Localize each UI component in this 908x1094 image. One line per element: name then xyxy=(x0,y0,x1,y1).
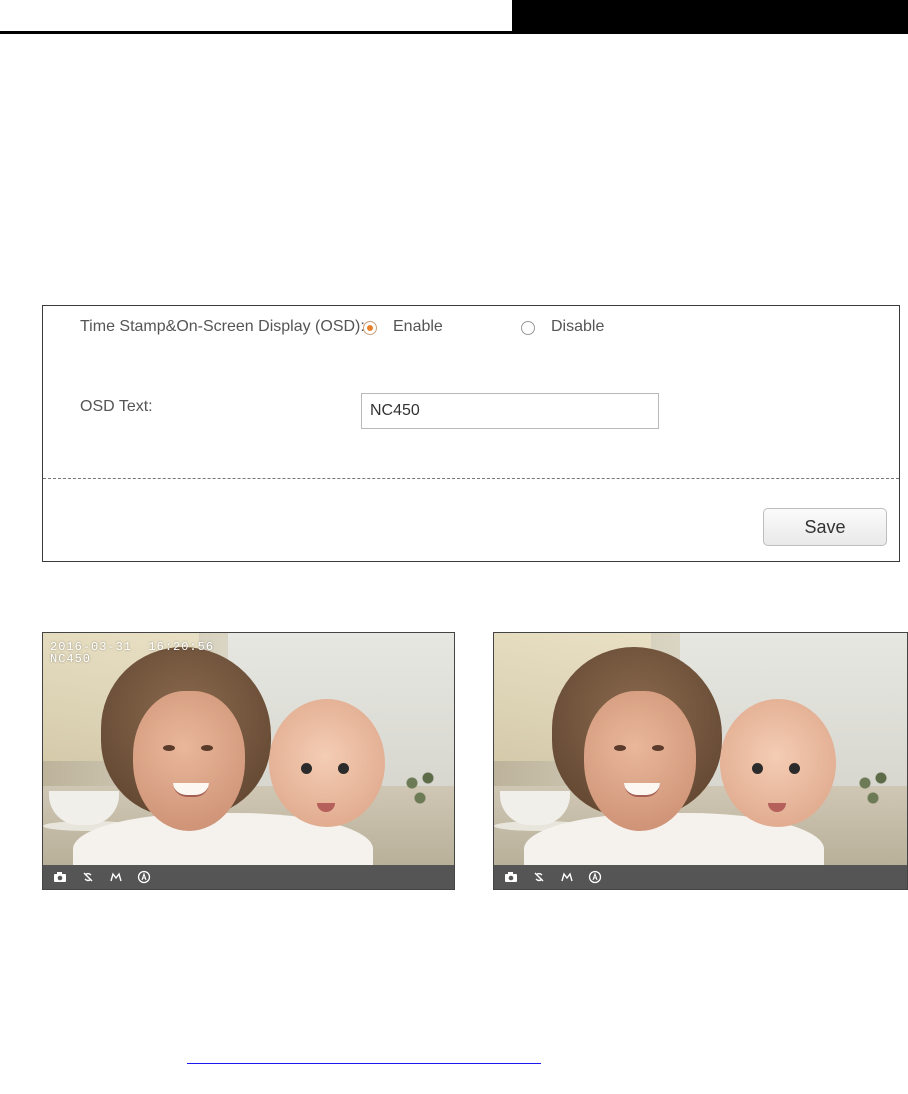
camera-icon[interactable] xyxy=(504,870,518,884)
footer-link-underline[interactable] xyxy=(187,1063,541,1064)
camera-image xyxy=(43,633,454,865)
preview-toolbar xyxy=(43,865,454,889)
camera-image xyxy=(494,633,907,865)
panel-divider xyxy=(43,478,899,479)
save-button[interactable]: Save xyxy=(763,508,887,546)
osd-text-overlay: NC450 xyxy=(50,652,92,666)
osd-text-input[interactable] xyxy=(361,393,659,429)
disable-radio-label[interactable]: Disable xyxy=(551,316,604,338)
header-title-bar xyxy=(512,0,908,34)
auto-icon[interactable] xyxy=(137,870,151,884)
osd-settings-panel: Time Stamp&On-Screen Display (OSD): Enab… xyxy=(42,305,900,562)
enable-radio-label[interactable]: Enable xyxy=(393,316,443,338)
osd-overlay: 2016-03-31 16:20:56 NC450 xyxy=(50,641,214,665)
preview-toolbar xyxy=(494,865,907,889)
disable-radio[interactable] xyxy=(521,321,535,335)
patrol-icon[interactable] xyxy=(560,870,574,884)
mic-off-icon[interactable] xyxy=(81,870,95,884)
live-preview-osd-disabled xyxy=(493,632,908,890)
mic-off-icon[interactable] xyxy=(532,870,546,884)
osd-label: Time Stamp&On-Screen Display (OSD): xyxy=(80,318,365,335)
osd-text-label: OSD Text: xyxy=(80,398,153,415)
live-preview-osd-enabled: 2016-03-31 16:20:56 NC450 xyxy=(42,632,455,890)
patrol-icon[interactable] xyxy=(109,870,123,884)
camera-icon[interactable] xyxy=(53,870,67,884)
auto-icon[interactable] xyxy=(588,870,602,884)
header-rule xyxy=(0,31,512,34)
enable-radio[interactable] xyxy=(363,321,377,335)
